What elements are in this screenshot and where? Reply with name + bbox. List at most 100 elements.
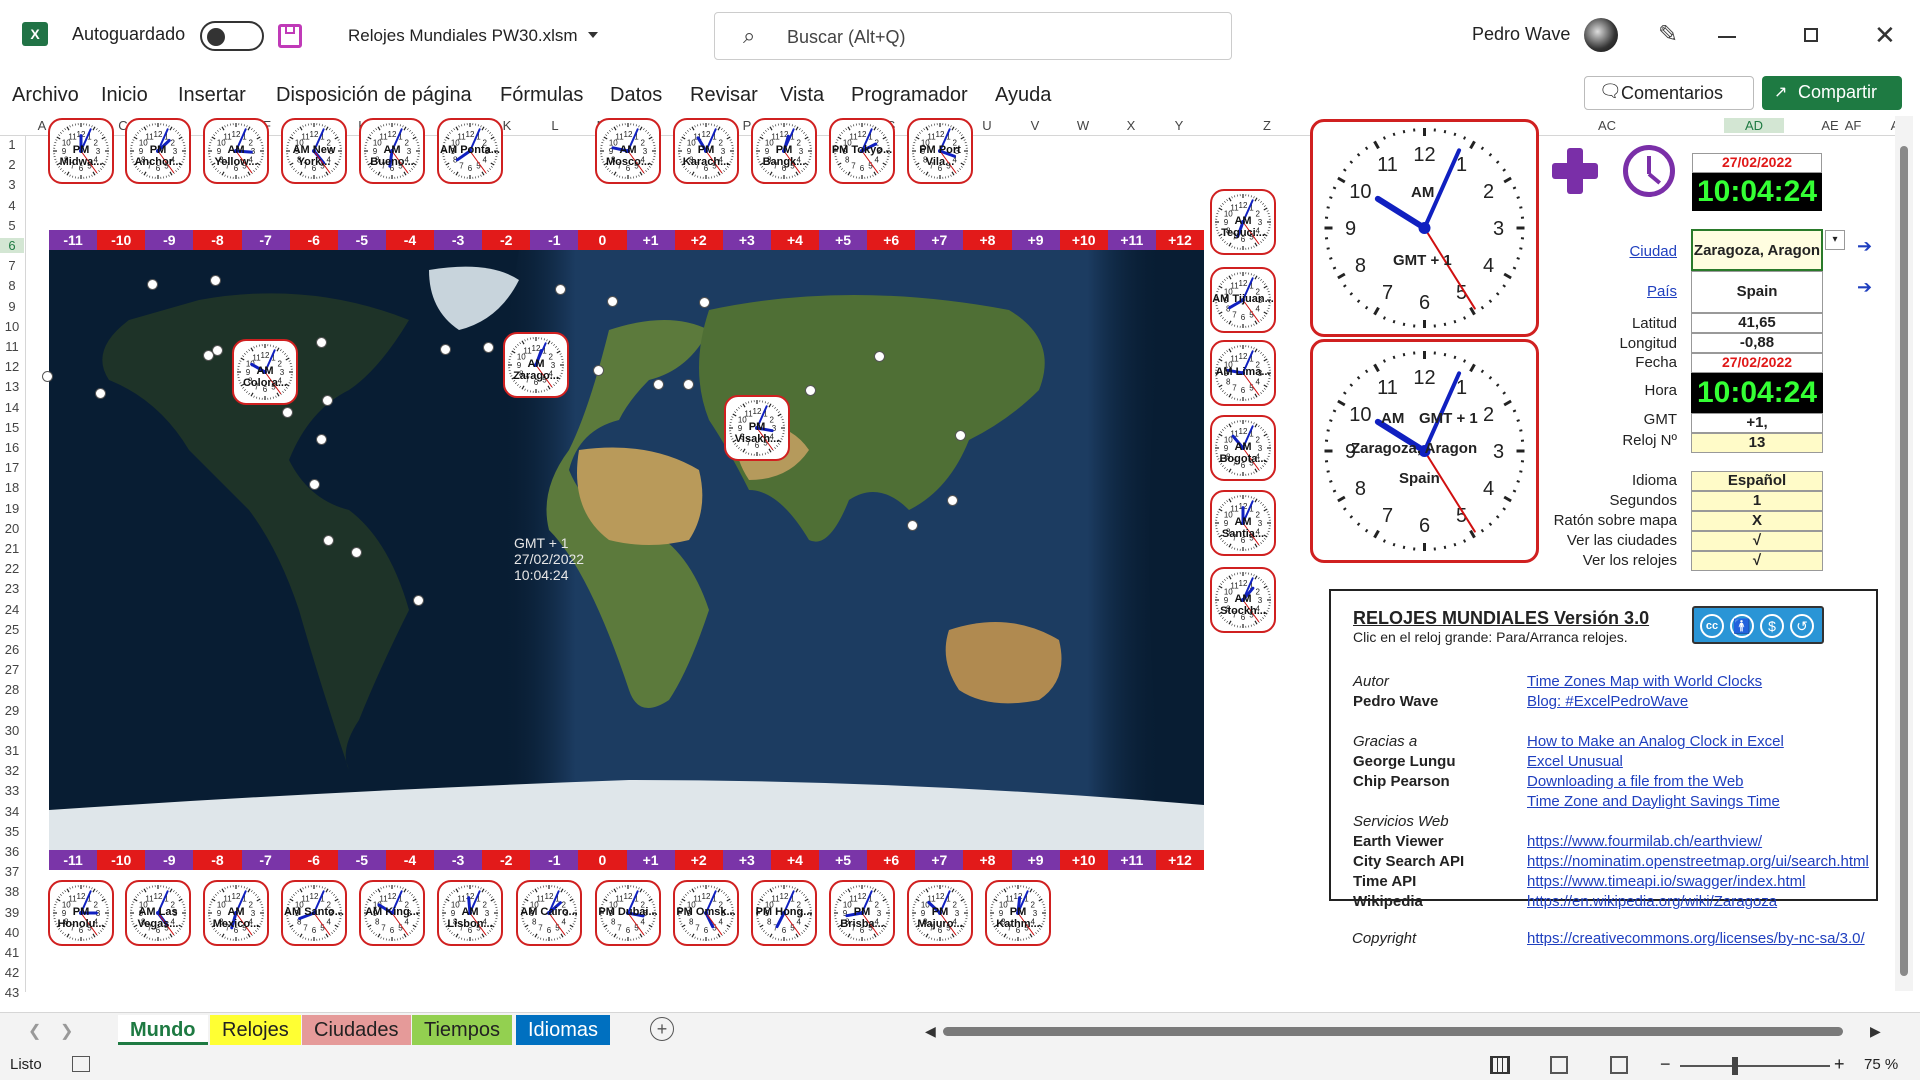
row-header[interactable]: 35: [0, 824, 24, 839]
city-marker[interactable]: [874, 351, 885, 362]
city-clock[interactable]: 1 2 3 4 5 6 7 8 9 10 11 12 AM Bogota...: [1210, 415, 1276, 481]
row-header[interactable]: 36: [0, 844, 24, 859]
zoom-in-icon[interactable]: +: [1834, 1054, 1845, 1075]
url-city-search[interactable]: https://nominatim.openstreetmap.org/ui/s…: [1527, 853, 1869, 870]
city-marker[interactable]: [309, 479, 320, 490]
city-arrow-icon[interactable]: ➔: [1857, 236, 1872, 257]
city-clock[interactable]: 123456789101112PM Tokyo...: [829, 118, 895, 184]
show-cities-value[interactable]: √: [1691, 531, 1823, 551]
normal-view-icon[interactable]: [1490, 1056, 1510, 1074]
city-marker[interactable]: [440, 344, 451, 355]
row-header[interactable]: 4: [0, 198, 24, 213]
city-marker[interactable]: [907, 520, 918, 531]
seconds-value[interactable]: 1: [1691, 491, 1823, 511]
city-marker[interactable]: [210, 275, 221, 286]
tab-scroll-right-icon[interactable]: ❯: [60, 1021, 73, 1041]
url-copyright[interactable]: https://creativecommons.org/licenses/by-…: [1527, 930, 1865, 947]
avatar[interactable]: [1584, 18, 1618, 52]
city-marker[interactable]: [282, 407, 293, 418]
column-header[interactable]: Y: [1169, 118, 1189, 133]
link-blog[interactable]: Blog: #ExcelPedroWave: [1527, 693, 1688, 710]
row-header[interactable]: 38: [0, 884, 24, 899]
city-clock[interactable]: 1 2 3 4 5 6 7 8 9 10 11 12 PM Honolu...: [48, 880, 114, 946]
column-header[interactable]: X: [1121, 118, 1141, 133]
tab-disposicion[interactable]: Disposición de página: [276, 84, 472, 107]
link-downloading[interactable]: Downloading a file from the Web: [1527, 773, 1744, 790]
city-marker[interactable]: [95, 388, 106, 399]
city-clock[interactable]: 1 2 3 4 5 6 7 8 9 10 11 12 AM Mosco...: [595, 118, 661, 184]
city-clock[interactable]: 1 2 3 4 5 6 7 8 9 10 11 12 PM Visakh...: [724, 395, 790, 461]
vertical-scrollbar[interactable]: [1895, 116, 1913, 991]
city-clock[interactable]: 1 2 3 4 5 6 7 8 9 10 11 12 AM Cairo...: [516, 880, 582, 946]
city-marker[interactable]: [955, 430, 966, 441]
scroll-left-icon[interactable]: ◀: [925, 1023, 936, 1040]
row-header[interactable]: 37: [0, 864, 24, 879]
row-header[interactable]: 9: [0, 299, 24, 314]
save-icon[interactable]: [278, 24, 302, 48]
country-field[interactable]: Spain: [1691, 271, 1823, 313]
city-marker[interactable]: [147, 279, 158, 290]
tab-ciudades[interactable]: Ciudades: [302, 1015, 411, 1045]
worksheet-grid[interactable]: -11 -10 -9 -8 -7 -6 -5 -4 -3 -2 -1 0 +1 +2 +3 +4 +5 +6 +7 +…: [27, 116, 1913, 992]
tab-archivo[interactable]: Archivo: [12, 84, 79, 107]
city-marker[interactable]: [653, 379, 664, 390]
city-marker[interactable]: [947, 495, 958, 506]
city-clock[interactable]: 1 2 3 4 5 6 7 8 9 10 11 12 AM Santo...: [281, 880, 347, 946]
row-header[interactable]: 27: [0, 662, 24, 677]
tab-programador[interactable]: Programador: [851, 84, 968, 107]
city-clock[interactable]: 1 2 3 4 5 6 7 8 9 10 11 12 AM Teguci...: [1210, 189, 1276, 255]
horizontal-scrollbar[interactable]: ◀ ▶: [925, 1023, 1885, 1039]
column-header[interactable]: AC: [1597, 118, 1617, 133]
row-header[interactable]: 42: [0, 965, 24, 980]
scroll-right-icon[interactable]: ▶: [1870, 1023, 1881, 1040]
big-clock-1[interactable]: 1 2 3 4 5 6 7 8 9 10 11 12 AM GMT + 1: [1310, 119, 1539, 337]
autosave-toggle[interactable]: [200, 21, 264, 51]
restore-icon[interactable]: [1804, 28, 1818, 42]
cc-license-badge[interactable]: cc 🚹 $ ↺: [1692, 606, 1824, 644]
city-clock[interactable]: 1 2 3 4 5 6 7 8 9 10 11 12 AM Stockh...: [1210, 567, 1276, 633]
language-value[interactable]: Español: [1691, 471, 1823, 491]
city-clock[interactable]: 1 2 3 4 5 6 7 8 9 10 11 12 PM Omsk...: [673, 880, 739, 946]
city-clock[interactable]: 1 2 3 4 5 6 7 8 9 10 11 12 PM Dubai...: [595, 880, 661, 946]
url-time-api[interactable]: https://www.timeapi.io/swagger/index.htm…: [1527, 873, 1805, 890]
city-clock[interactable]: 1 2 3 4 5 6 7 8 9 10 11 12 PM Hong...: [751, 880, 817, 946]
accessibility-icon[interactable]: [72, 1056, 90, 1072]
tab-datos[interactable]: Datos: [610, 84, 662, 107]
row-header[interactable]: 12: [0, 359, 24, 374]
clock-icon[interactable]: [1623, 145, 1675, 197]
file-name[interactable]: Relojes Mundiales PW30.xlsm: [348, 26, 578, 46]
city-marker[interactable]: [413, 595, 424, 606]
row-header[interactable]: 34: [0, 804, 24, 819]
city-marker[interactable]: [805, 385, 816, 396]
user-name[interactable]: Pedro Wave: [1472, 24, 1570, 45]
city-clock[interactable]: 1 2 3 4 5 6 7 8 9 10 11 12 AM New York...: [281, 118, 347, 184]
city-clock[interactable]: 1 2 3 4 5 6 7 8 9 10 11 12 AM King...: [359, 880, 425, 946]
page-break-icon[interactable]: [1610, 1056, 1628, 1074]
column-header[interactable]: AD: [1724, 118, 1784, 133]
city-clock[interactable]: 1 2 3 4 5 6 7 8 9 10 11 12 PM Majuro...: [907, 880, 973, 946]
city-marker[interactable]: [483, 342, 494, 353]
pen-icon[interactable]: ✎: [1658, 20, 1678, 49]
url-wikipedia[interactable]: https://en.wikipedia.org/wiki/Zaragoza: [1527, 893, 1777, 910]
link-analog-clock[interactable]: How to Make an Analog Clock in Excel: [1527, 733, 1784, 750]
row-header[interactable]: 11: [0, 339, 24, 354]
city-clock[interactable]: 1 2 3 4 5 6 7 8 9 10 11 12 AM Colora...: [232, 339, 298, 405]
row-header[interactable]: 24: [0, 602, 24, 617]
tab-formulas[interactable]: Fórmulas: [500, 84, 583, 107]
column-header[interactable]: U: [977, 118, 997, 133]
row-header[interactable]: 23: [0, 581, 24, 596]
row-header[interactable]: 29: [0, 703, 24, 718]
city-clock[interactable]: 123456789101112PM Midwa...: [48, 118, 114, 184]
chevron-down-icon[interactable]: [588, 32, 598, 38]
row-header[interactable]: 7: [0, 258, 24, 273]
city-clock[interactable]: 1 2 3 4 5 6 7 8 9 10 11 12 AM Las Vegas...: [125, 880, 191, 946]
city-marker[interactable]: [607, 296, 618, 307]
city-clock[interactable]: 1 2 3 4 5 6 7 8 9 10 11 12 AM Tijuan...: [1210, 267, 1276, 333]
row-header[interactable]: 16: [0, 440, 24, 455]
city-clock[interactable]: 123456789101112PM Karach...: [673, 118, 739, 184]
city-marker[interactable]: [322, 395, 333, 406]
city-clock[interactable]: 123456789101112AM Santia...: [1210, 490, 1276, 556]
column-header[interactable]: V: [1025, 118, 1045, 133]
row-header[interactable]: 19: [0, 501, 24, 516]
tab-ayuda[interactable]: Ayuda: [995, 84, 1051, 107]
